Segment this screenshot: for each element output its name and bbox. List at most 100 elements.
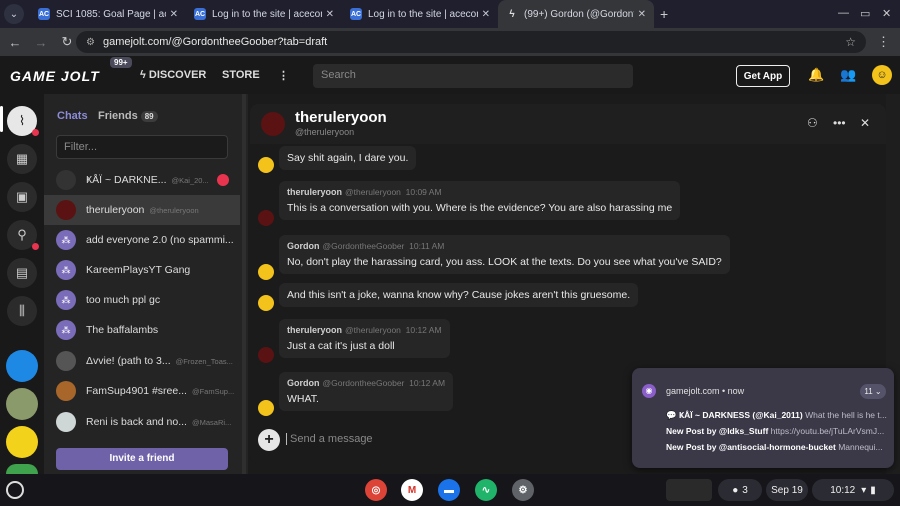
message-bubble: theruleryoon @theruleryoon 10:12 AM Just … xyxy=(279,319,450,358)
chat-list-item[interactable]: FamSup4901 #sree... @FamSup... xyxy=(44,376,240,406)
files-icon[interactable]: ▬ xyxy=(438,479,460,501)
chat-list-item[interactable]: Reni is back and no... @MasaRi... xyxy=(44,407,240,437)
discover-link[interactable]: ϟ DISCOVER xyxy=(140,69,206,81)
message-time: 10:11 AM xyxy=(409,241,445,251)
sender-avatar[interactable] xyxy=(258,295,274,311)
notification-line[interactable]: New Post by @antisocial-hormone-bucket M… xyxy=(666,442,888,452)
notification-line[interactable]: 💬 ҜÅÏ ~ DARKNESS (@Kai_2011) What the he… xyxy=(666,410,888,421)
chat-list-item[interactable]: ⁂ KareemPlaysYT Gang xyxy=(44,255,240,285)
new-tab-button[interactable]: + xyxy=(660,6,668,22)
more-menu-icon[interactable]: ⋮ xyxy=(278,69,289,82)
gamejolt-logo[interactable]: GAME JOLT xyxy=(10,68,100,84)
user-avatar[interactable]: ☺ xyxy=(872,65,892,85)
launcher-icon[interactable] xyxy=(6,481,24,499)
chat-avatar xyxy=(56,200,76,220)
sender-avatar[interactable] xyxy=(258,210,274,226)
filter-input[interactable]: Filter... xyxy=(56,135,228,159)
more-options-icon[interactable]: ••• xyxy=(833,116,846,130)
settings-icon[interactable]: ⚙ xyxy=(512,479,534,501)
sender-avatar[interactable] xyxy=(258,157,274,173)
browser-menu-icon[interactable]: ⋮ xyxy=(877,34,890,50)
chat-list-item[interactable]: ⁂ too much ppl gc xyxy=(44,285,240,315)
invite-friend-button[interactable]: Invite a friend xyxy=(56,448,228,470)
os-shelf: ◎ M ▬ ∿ ⚙ ● 3 Sep 19 10:12 ▾ ▮ xyxy=(0,474,900,506)
site-info-icon[interactable]: ⚙ xyxy=(86,37,95,48)
chat-name: Reni is back and no... xyxy=(86,416,187,428)
tab-chats[interactable]: Chats xyxy=(57,110,88,122)
bookmark-star-icon[interactable]: ☆ xyxy=(845,35,856,49)
backpack-icon[interactable]: ▣ xyxy=(7,182,37,212)
message-handle: @theruleryoon xyxy=(345,187,401,197)
gmail-icon[interactable]: M xyxy=(401,479,423,501)
close-icon[interactable]: ✕ xyxy=(170,9,178,20)
close-icon[interactable]: ✕ xyxy=(638,9,646,20)
chat-name: ҜÅÏ ~ DARKNE... xyxy=(86,174,167,186)
window-preview-thumbnail[interactable] xyxy=(666,479,712,501)
status-tray[interactable]: 10:12 ▾ ▮ xyxy=(812,479,894,501)
close-icon[interactable]: ✕ xyxy=(860,116,870,130)
forward-icon[interactable]: → xyxy=(28,35,54,50)
minimize-icon[interactable]: — xyxy=(838,7,849,19)
browser-tab[interactable]: AC Log in to the site | aceconnect ✕ xyxy=(342,0,498,28)
chat-list-item[interactable]: ⁂ add everyone 2.0 (no spammi... xyxy=(44,225,240,255)
browser-tab[interactable]: AC SCI 1085: Goal Page | aceconn ✕ xyxy=(30,0,186,28)
message-handle: @GordontheeGoober xyxy=(322,241,405,251)
address-bar-row: ← → ↻ ⚙ gamejolt.com/@GordontheeGoober?t… xyxy=(0,28,900,56)
community-avatar[interactable] xyxy=(6,426,38,458)
friends-icon[interactable]: 👥 xyxy=(840,67,856,83)
add-member-icon[interactable]: ⚇ xyxy=(807,116,818,130)
active-indicator xyxy=(0,106,3,132)
sidebar-scrollbar[interactable] xyxy=(242,94,246,474)
url-field[interactable]: ⚙ gamejolt.com/@GordontheeGoober?tab=dra… xyxy=(76,31,866,53)
store-link[interactable]: STORE xyxy=(222,69,260,81)
attach-plus-button[interactable]: + xyxy=(258,429,280,451)
chat-title[interactable]: theruleryoon xyxy=(295,109,387,126)
tab-title: SCI 1085: Goal Page | aceconn xyxy=(56,8,166,20)
sender-avatar[interactable] xyxy=(258,264,274,280)
community-avatar[interactable] xyxy=(6,350,38,382)
back-icon[interactable]: ← xyxy=(2,35,28,50)
chat-list-item-active[interactable]: theruleryoon @theruleryoon xyxy=(44,195,240,225)
chrome-icon[interactable]: ◎ xyxy=(365,479,387,501)
unread-dot xyxy=(32,243,39,250)
close-icon[interactable]: ✕ xyxy=(482,9,490,20)
message-bubble: theruleryoon @theruleryoon 10:09 AM This … xyxy=(279,181,681,220)
store-icon[interactable]: ▦ xyxy=(7,144,37,174)
sender-avatar[interactable] xyxy=(258,347,274,363)
date-tray[interactable]: Sep 19 xyxy=(766,479,808,501)
community-avatar[interactable] xyxy=(6,388,38,420)
chat-header: theruleryoon @theruleryoon ⚇ ••• ✕ xyxy=(250,104,886,144)
browser-tab-active[interactable]: ϟ (99+) Gordon (@GordontheeGo ✕ xyxy=(498,0,654,28)
message-author[interactable]: theruleryoon xyxy=(287,187,342,197)
group-icon: ⁂ xyxy=(56,230,76,250)
message-author[interactable]: Gordon xyxy=(287,241,320,251)
maximize-icon[interactable]: ▭ xyxy=(860,7,870,20)
notification-count-button[interactable]: 11 ⌄ xyxy=(860,384,886,399)
bell-icon[interactable]: 🔔 xyxy=(808,67,824,83)
get-app-button[interactable]: Get App xyxy=(736,65,790,87)
book-icon[interactable]: ▤ xyxy=(7,258,37,288)
chat-list-item[interactable]: ҜÅÏ ~ DARKNE... @Kai_20... xyxy=(44,165,240,195)
chat-list-item[interactable]: ⁂ The baffalambs xyxy=(44,315,240,345)
community-avatar[interactable] xyxy=(6,464,38,474)
message-author[interactable]: theruleryoon xyxy=(287,325,342,335)
search-input[interactable]: Search xyxy=(313,64,633,88)
notification-count: 11 xyxy=(864,387,873,396)
system-notification[interactable]: ◉ gamejolt.com • now 11 ⌄ 💬 ҜÅÏ ~ DARKNE… xyxy=(632,368,894,468)
chat-partner-avatar[interactable] xyxy=(261,112,285,136)
browser-tab[interactable]: AC Log in to the site | aceconnect ✕ xyxy=(186,0,342,28)
library-icon[interactable]: ⫼ xyxy=(7,296,37,326)
message-input[interactable]: Send a message xyxy=(286,433,373,445)
notification-line[interactable]: New Post by @Idks_Stuff https://youtu.be… xyxy=(666,426,888,436)
close-icon[interactable]: ✕ xyxy=(326,9,334,20)
notification-body: https://youtu.be/jTuLArVsmJ... xyxy=(770,426,885,436)
left-rail: ⌇ ▦ ▣ ⚲ ▤ ⫼ xyxy=(0,94,44,474)
notification-tray[interactable]: ● 3 xyxy=(718,479,762,501)
messenger-icon[interactable]: ∿ xyxy=(475,479,497,501)
sender-avatar[interactable] xyxy=(258,400,274,416)
tab-friends[interactable]: Friends 89 xyxy=(98,110,158,122)
message-author[interactable]: Gordon xyxy=(287,378,320,388)
close-window-icon[interactable]: ✕ xyxy=(882,7,891,20)
chat-list-item[interactable]: Δvvie! (path to 3... @Frozen_Toas... xyxy=(44,346,240,376)
tab-search-icon[interactable]: ⌄ xyxy=(4,4,24,24)
